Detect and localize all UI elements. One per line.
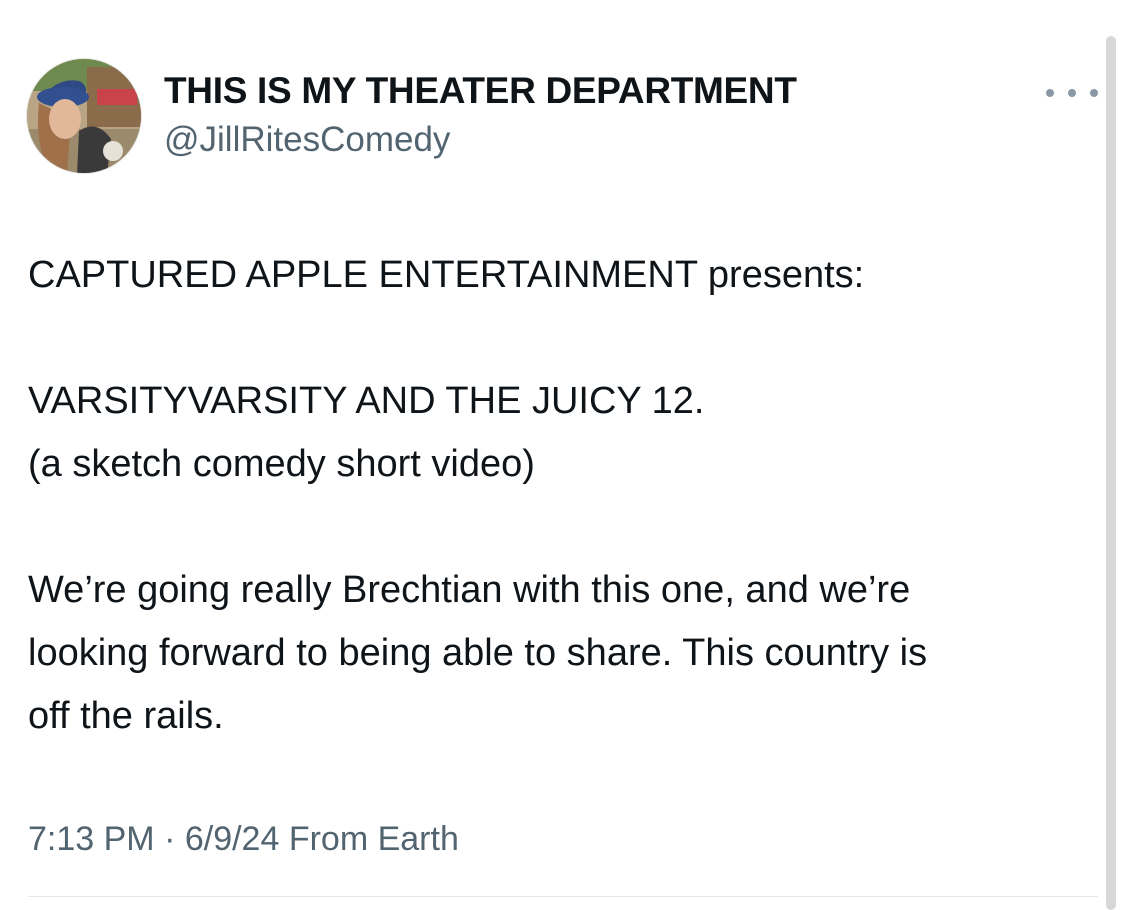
author-handle[interactable]: @JillRitesComedy (164, 120, 450, 160)
more-horizontal-icon (1046, 89, 1054, 97)
tweet-text-line: CAPTURED APPLE ENTERTAINMENT presents: (28, 254, 865, 296)
tweet-date[interactable]: 6/9/24 (185, 820, 280, 858)
tweet-text: CAPTURED APPLE ENTERTAINMENT presents: V… (28, 244, 1108, 748)
tweet-text-line: off the rails. (28, 695, 224, 737)
meta-separator: · (154, 820, 185, 858)
divider (28, 896, 1098, 897)
tweet-source: From Earth (279, 820, 459, 858)
more-options-button[interactable] (1046, 78, 1098, 108)
tweet-text-line: (a sketch comedy short video) (28, 443, 535, 485)
tweet-text-line: looking forward to being able to share. … (28, 632, 928, 674)
tweet-text-spacer (28, 307, 1108, 370)
avatar[interactable] (26, 58, 142, 174)
scrollbar[interactable] (1106, 36, 1116, 910)
tweet-card: THIS IS MY THEATER DEPARTMENT @JillRites… (0, 0, 1125, 910)
tweet-meta: 7:13 PM · 6/9/24 From Earth (28, 820, 459, 859)
author-display-name[interactable]: THIS IS MY THEATER DEPARTMENT (164, 70, 797, 112)
more-horizontal-icon (1090, 89, 1098, 97)
tweet-text-line: We’re going really Brechtian with this o… (28, 569, 911, 611)
tweet-text-spacer (28, 496, 1108, 559)
tweet-time[interactable]: 7:13 PM (28, 820, 155, 858)
avatar-image (27, 59, 141, 173)
tweet-text-line: VARSITYVARSITY AND THE JUICY 12. (28, 380, 705, 422)
more-horizontal-icon (1068, 89, 1076, 97)
